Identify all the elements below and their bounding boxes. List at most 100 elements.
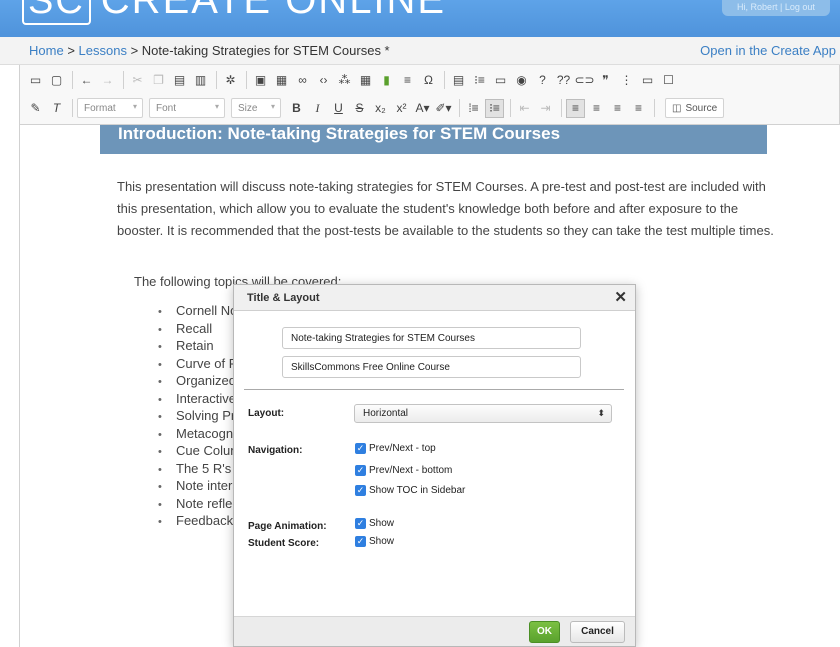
size-dropdown-label: Size — [238, 102, 258, 114]
toolbar-divider — [654, 99, 655, 117]
intro-paragraph: This presentation will discuss note-taki… — [117, 179, 774, 238]
user-menu[interactable]: Hi, Robert | Log out — [722, 0, 830, 16]
subscript-icon[interactable]: x₂ — [371, 99, 390, 118]
indent-icon[interactable]: ⇥ — [536, 99, 555, 118]
redo-icon[interactable]: → — [98, 71, 117, 90]
italic-button[interactable]: I — [308, 99, 327, 118]
layout-select[interactable]: Horizontal ⬍ — [354, 404, 612, 423]
quote-icon[interactable]: ❞ — [596, 71, 615, 90]
save-icon[interactable]: ▭ — [26, 71, 45, 90]
source-button[interactable]: ◫ Source — [665, 98, 725, 118]
nav-bottom-label: Prev/Next - bottom — [369, 465, 453, 476]
clear-format-icon[interactable]: T — [47, 99, 66, 118]
align-justify-icon[interactable]: ≡ — [629, 99, 648, 118]
chevron-down-icon: ▾ — [132, 102, 137, 111]
highlight-icon[interactable]: ✐▾ — [434, 99, 453, 118]
window-icon[interactable]: ▭ — [638, 71, 657, 90]
font-dropdown-label: Font — [156, 102, 177, 114]
close-icon[interactable]: ✕ — [614, 285, 627, 311]
preview-icon[interactable]: ▢ — [47, 71, 66, 90]
undo-icon[interactable]: ← — [77, 71, 96, 90]
special-char-icon[interactable]: Ω — [419, 71, 438, 90]
breadcrumb-home[interactable]: Home — [29, 43, 64, 58]
align-right-icon[interactable]: ≡ — [608, 99, 627, 118]
media-icon[interactable]: ▦ — [272, 71, 291, 90]
list-item: Metacognition — [158, 425, 238, 443]
lesson-subtitle-input[interactable] — [282, 356, 581, 378]
format-dropdown[interactable]: Format ▾ — [77, 98, 143, 118]
nav-top-checkbox[interactable]: ✓ Prev/Next - top — [355, 443, 436, 454]
font-dropdown[interactable]: Font ▾ — [149, 98, 225, 118]
open-in-app-link[interactable]: Open in the Create App — [700, 37, 836, 64]
logo[interactable]: SC CREATE ONLINE — [22, 0, 446, 25]
size-dropdown[interactable]: Size ▾ — [231, 98, 281, 118]
paste-icon[interactable]: ▤ — [170, 71, 189, 90]
maximize-icon[interactable]: ☐ — [659, 71, 678, 90]
question-icon[interactable]: ? — [533, 71, 552, 90]
widget-icon[interactable]: ⁂ — [335, 71, 354, 90]
toc-sidebar-label: Show TOC in Sidebar — [369, 485, 466, 496]
list-item: Cue Column — [158, 442, 238, 460]
list-item: Interactive — [158, 390, 238, 408]
text-color-icon[interactable]: A▾ — [413, 99, 432, 118]
table-icon[interactable]: ▦ — [356, 71, 375, 90]
dialog-title: Title & Layout — [247, 292, 320, 304]
format-dropdown-label: Format — [84, 102, 116, 114]
breadcrumb-separator: > — [130, 43, 139, 58]
student-score-checkbox[interactable]: ✓ Show — [355, 536, 394, 547]
navigation-label: Navigation: — [248, 445, 303, 456]
numbered-list-icon[interactable]: ⁞≡ — [464, 99, 483, 118]
section-heading-bar: Introduction: Note-taking Strategies for… — [100, 124, 767, 154]
underline-button[interactable]: U — [329, 99, 348, 118]
checkbox-checked-icon: ✓ — [355, 536, 366, 547]
toolbar-row-1: ▭ ▢ ← → ✂ ❐ ▤ ▥ ✲ ▣ ▦ ∞ ‹› ⁂ ▦ ▮ ≡ Ω ▤ ⁝… — [26, 68, 680, 92]
superscript-icon[interactable]: x² — [392, 99, 411, 118]
outdent-icon[interactable]: ⇤ — [515, 99, 534, 118]
lesson-title-input[interactable] — [282, 327, 581, 349]
list-item: Curve of Forgetting — [158, 355, 238, 373]
nav-bottom-checkbox[interactable]: ✓ Prev/Next - bottom — [355, 465, 452, 476]
comment-icon[interactable]: ▭ — [491, 71, 510, 90]
image-icon[interactable]: ▣ — [251, 71, 270, 90]
align-left-icon[interactable]: ≡ — [566, 98, 585, 118]
breadcrumb-current: Note-taking Strategies for STEM Courses … — [141, 43, 390, 58]
settings-icon[interactable]: ✲ — [221, 71, 240, 90]
link-chain-icon[interactable]: ⊂⊃ — [574, 71, 594, 90]
template-icon[interactable]: ▤ — [449, 71, 468, 90]
play-icon[interactable]: ◉ — [512, 71, 531, 90]
list-item: Note interaction — [158, 477, 238, 495]
checkbox-checked-icon: ✓ — [355, 485, 366, 496]
divider-icon[interactable]: ≡ — [398, 71, 417, 90]
topic-list: Cornell Notes Recall Retain Curve of For… — [158, 302, 238, 530]
page-animation-checkbox[interactable]: ✓ Show — [355, 518, 394, 529]
toc-sidebar-checkbox[interactable]: ✓ Show TOC in Sidebar — [355, 485, 465, 496]
layout-label: Layout: — [248, 408, 285, 419]
double-question-icon[interactable]: ?? — [554, 71, 573, 90]
cancel-button[interactable]: Cancel — [570, 621, 625, 643]
source-label: Source — [685, 102, 718, 114]
paste-text-icon[interactable]: ▥ — [191, 71, 210, 90]
breadcrumb-lessons[interactable]: Lessons — [79, 43, 127, 58]
bulleted-list-icon[interactable]: ⁝≡ — [485, 98, 504, 118]
ok-button[interactable]: OK — [529, 621, 560, 643]
copy-icon[interactable]: ❐ — [149, 71, 168, 90]
app-header: SC CREATE ONLINE Hi, Robert | Log out — [0, 0, 840, 37]
div-icon[interactable]: ⋮ — [617, 71, 636, 90]
list-icon[interactable]: ⁝≡ — [470, 71, 489, 90]
list-item: Feedback — [158, 512, 238, 530]
toolbar-row-2: ✎ T Format ▾ Font ▾ Size ▾ B I U S x₂ x² A▾… — [26, 96, 725, 120]
dialog-title-bar[interactable]: Title & Layout ✕ — [234, 285, 635, 311]
code-icon[interactable]: ‹› — [314, 71, 333, 90]
strikethrough-button[interactable]: S — [350, 99, 369, 118]
layout-select-value: Horizontal — [363, 408, 409, 419]
cut-icon[interactable]: ✂ — [128, 71, 147, 90]
book-icon[interactable]: ▮ — [377, 71, 396, 90]
editor-toolbar: ▭ ▢ ← → ✂ ❐ ▤ ▥ ✲ ▣ ▦ ∞ ‹› ⁂ ▦ ▮ ≡ Ω ▤ ⁝… — [19, 65, 840, 125]
bold-button[interactable]: B — [287, 99, 306, 118]
align-center-icon[interactable]: ≡ — [587, 99, 606, 118]
dialog-footer: OK Cancel — [234, 616, 635, 646]
toolbar-divider — [561, 99, 562, 117]
chevron-down-icon: ▾ — [270, 102, 275, 111]
link-icon[interactable]: ∞ — [293, 71, 312, 90]
copy-format-icon[interactable]: ✎ — [26, 99, 45, 118]
